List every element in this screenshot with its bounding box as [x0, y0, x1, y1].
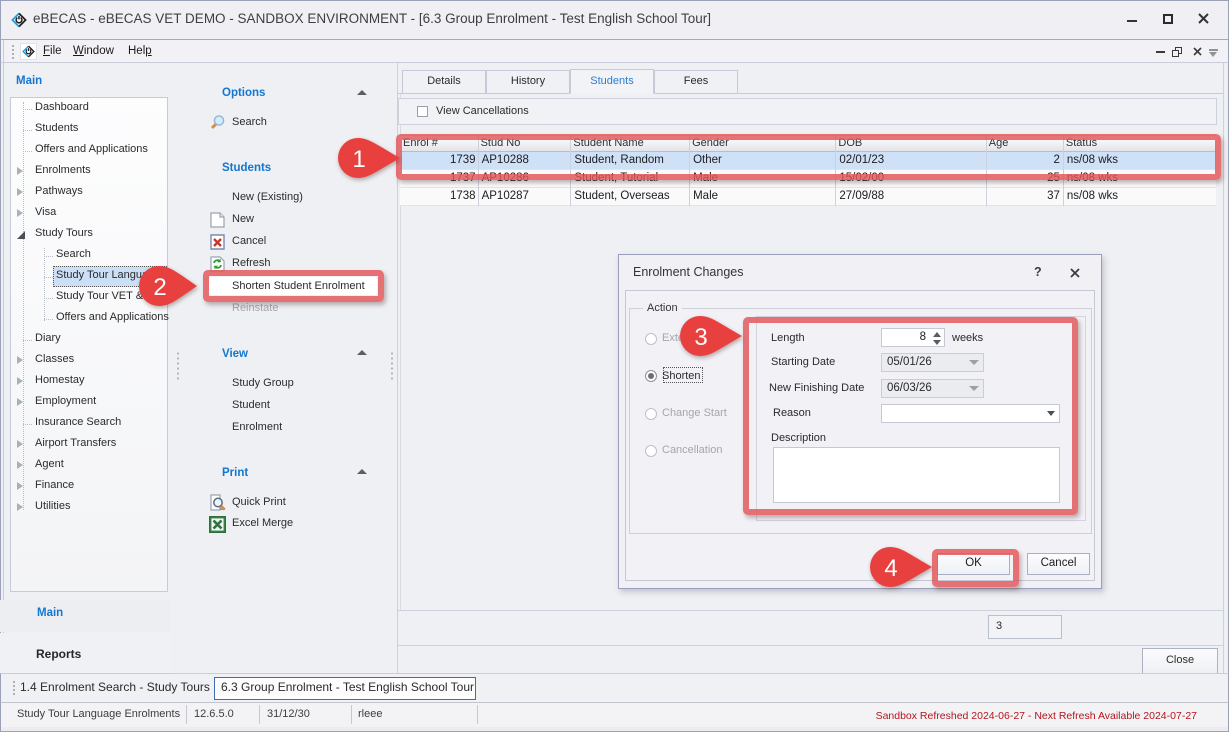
svg-text:3: 3: [694, 324, 707, 351]
svg-text:4: 4: [884, 555, 897, 582]
svg-text:1: 1: [352, 146, 365, 173]
svg-text:2: 2: [153, 274, 166, 301]
